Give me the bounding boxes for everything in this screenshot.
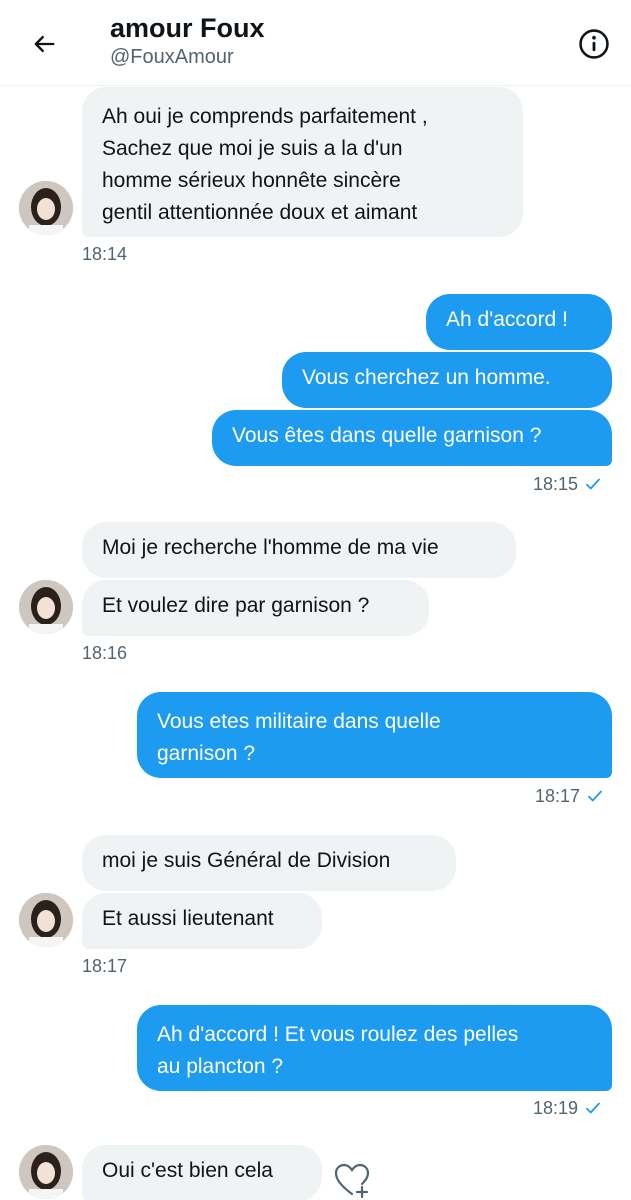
message-bubble-outgoing[interactable]: Vous êtes dans quelle garnison ?	[212, 410, 612, 466]
message-bubble-incoming[interactable]: Et aussi lieutenant	[82, 893, 322, 949]
info-button[interactable]	[574, 24, 614, 64]
message-bubble-outgoing[interactable]: Vous cherchez un homme.	[282, 352, 612, 408]
conversation-header: amour Foux @FouxAmour	[0, 0, 631, 86]
message-timestamp: 18:17	[82, 956, 128, 976]
message-timestamp: 18:19	[533, 1096, 602, 1120]
heart-plus-icon[interactable]	[332, 1160, 372, 1200]
message-bubble-incoming[interactable]: Et voulez dire par garnison ?	[82, 580, 429, 636]
message-bubble-incoming[interactable]: Ah oui je comprends parfaitement , Sache…	[82, 87, 523, 237]
arrow-left-icon	[34, 35, 55, 53]
message-bubble-incoming[interactable]: Oui c'est bien cela	[82, 1145, 322, 1200]
back-button[interactable]	[24, 24, 64, 64]
checkmark-icon	[586, 1102, 600, 1114]
message-timestamp: 18:15	[533, 472, 602, 496]
message-timestamp: 18:16	[82, 643, 128, 663]
message-bubble-incoming[interactable]: moi je suis Général de Division	[82, 835, 456, 891]
message-bubble-outgoing[interactable]: Ah d'accord !	[426, 294, 612, 350]
avatar[interactable]	[19, 893, 73, 947]
avatar[interactable]	[19, 181, 73, 235]
message-bubble-outgoing[interactable]: Ah d'accord ! Et vous roulez des pelles …	[137, 1005, 612, 1091]
message-bubble-outgoing[interactable]: Vous etes militaire dans quelle garnison…	[137, 692, 612, 778]
checkmark-icon	[588, 790, 602, 802]
contact-handle: @FouxAmour	[110, 46, 234, 68]
avatar[interactable]	[19, 580, 73, 634]
conversation-title[interactable]: amour Foux @FouxAmour	[110, 12, 265, 70]
message-bubble-incoming[interactable]: Moi je recherche l'homme de ma vie	[82, 522, 516, 578]
contact-name: amour Foux	[110, 13, 265, 43]
message-timestamp: 18:14	[82, 244, 128, 264]
avatar[interactable]	[19, 1145, 73, 1199]
checkmark-icon	[586, 478, 600, 490]
info-icon	[579, 29, 609, 59]
message-timestamp: 18:17	[535, 784, 604, 808]
